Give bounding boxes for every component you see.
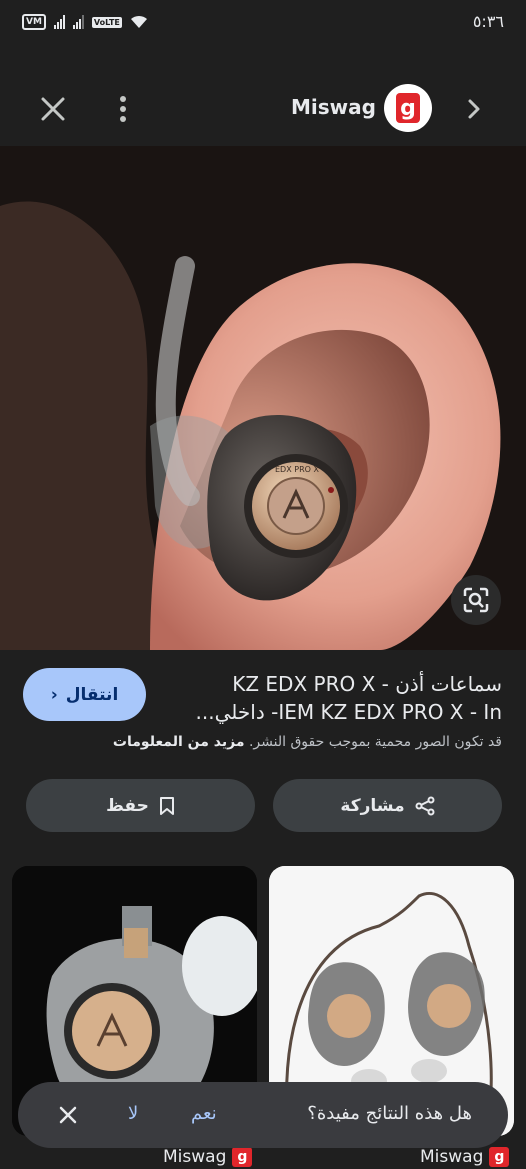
related-source-1[interactable]: Miswag g: [163, 1147, 253, 1167]
ear-earbud-photo: EDX PRO X: [0, 146, 526, 650]
more-options-icon[interactable]: [112, 94, 134, 124]
more-info-link[interactable]: مزيد من المعلومات: [113, 734, 245, 750]
lens-icon: [463, 587, 489, 613]
share-label: مشاركة: [340, 795, 405, 816]
copyright-text: قد تكون الصور محمية بموجب حقوق النشر.: [248, 734, 502, 750]
related-source-1-name: Miswag: [163, 1147, 227, 1167]
volte-badge: VoLTE: [91, 16, 122, 28]
site-name[interactable]: Miswag: [291, 95, 376, 119]
close-icon[interactable]: [38, 94, 68, 124]
sim-badge: VM: [22, 14, 46, 30]
chevron-right-icon[interactable]: [462, 94, 486, 124]
feedback-yes-button[interactable]: نعم: [191, 1103, 217, 1124]
copyright-notice: قد تكون الصور محمية بموجب حقوق النشر. مز…: [113, 734, 502, 750]
site-logo-letter: g: [396, 93, 420, 123]
visit-button[interactable]: انتقال ‹: [23, 668, 146, 721]
status-icons: VM VoLTE: [22, 14, 148, 30]
save-label: حفظ: [106, 795, 149, 816]
chevron-left-icon: ‹: [50, 684, 58, 705]
viewer-header: Miswag g: [0, 50, 526, 146]
status-time: ٥:٣٦: [472, 12, 504, 31]
image-title[interactable]: سماعات أذن - KZ EDX PRO X IEM KZ EDX PRO…: [182, 670, 502, 726]
site-logo[interactable]: g: [384, 84, 432, 132]
save-button[interactable]: حفظ: [26, 779, 255, 832]
feedback-question: هل هذه النتائج مفيدة؟: [307, 1103, 472, 1124]
feedback-no-button[interactable]: لا: [128, 1103, 138, 1124]
main-image[interactable]: EDX PRO X: [0, 146, 526, 650]
visit-button-label: انتقال: [65, 684, 119, 705]
close-icon[interactable]: [58, 1105, 78, 1125]
related-source-1-logo: g: [232, 1147, 253, 1167]
image-title-line-2: IEM KZ EDX PRO X - In- داخلي...: [195, 700, 502, 724]
signal-icon: [53, 15, 65, 29]
status-bar: VM VoLTE ٥:٣٦: [0, 0, 526, 50]
lens-search-button[interactable]: [451, 575, 501, 625]
earbud-model-text: EDX PRO X: [275, 465, 319, 474]
share-icon: [415, 796, 435, 815]
signal-icon-2: [72, 15, 84, 29]
related-source-2-name: Miswag: [420, 1147, 484, 1167]
feedback-bar: هل هذه النتائج مفيدة؟ نعم لا: [18, 1082, 508, 1148]
share-button[interactable]: مشاركة: [273, 779, 502, 832]
related-source-2[interactable]: Miswag g: [420, 1147, 510, 1167]
related-source-2-logo: g: [489, 1147, 510, 1167]
wifi-icon: [130, 15, 147, 28]
bookmark-icon: [159, 796, 174, 815]
image-title-line-1: سماعات أذن - KZ EDX PRO X: [232, 672, 502, 696]
